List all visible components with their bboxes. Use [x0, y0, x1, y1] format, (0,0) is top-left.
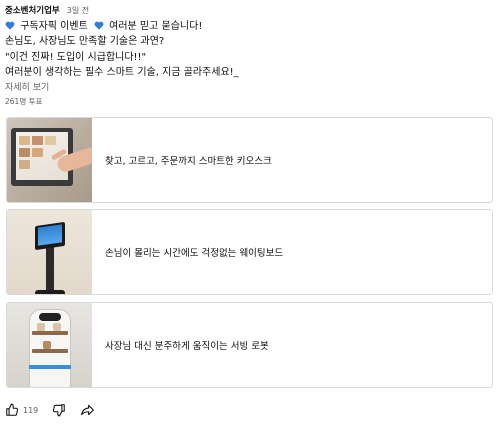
thumbs-up-icon[interactable]	[5, 403, 19, 417]
serving-robot-photo	[7, 303, 92, 387]
post-line-1a: 구독자픽 이벤트	[20, 21, 88, 32]
poll-option-label: 사장님 대신 분주하게 움직이는 서빙 로봇	[105, 341, 269, 352]
channel-name[interactable]: 중소벤처기업부	[5, 4, 60, 16]
kiosk-photo	[7, 118, 92, 202]
poll-option-label: 손님이 몰리는 시간에도 걱정없는 웨이팅보드	[105, 248, 284, 259]
post-header: 중소벤처기업부 3일 전	[5, 4, 89, 18]
poll-option-label: 찾고, 고르고, 주문까지 스마트한 키오스크	[105, 156, 272, 167]
post-line-1: 구독자픽 이벤트 여러분 믿고 묻습니다!	[5, 19, 485, 34]
poll-option-serving-robot[interactable]: 사장님 대신 분주하게 움직이는 서빙 로봇	[6, 302, 493, 388]
post-line-3: "이건 진짜! 도입이 시급합니다!!"	[5, 51, 147, 63]
like-count: 119	[23, 405, 39, 415]
action-bar: 119	[5, 402, 95, 418]
poll-option-waiting-board[interactable]: 손님이 몰리는 시간에도 걱정없는 웨이팅보드	[6, 209, 493, 295]
blue-heart-icon	[5, 21, 15, 30]
post-line-4: 여러분이 생각하는 필수 스마트 기술, 지금 골라주세요!_	[5, 67, 239, 79]
post-body: 구독자픽 이벤트 여러분 믿고 묻습니다! 손님도, 사장님도 만족할 기술은 …	[5, 19, 485, 81]
vote-count: 261명 투표	[5, 97, 43, 106]
waiting-board-photo	[7, 210, 92, 294]
read-more-link[interactable]: 자세히 보기	[5, 80, 49, 93]
blue-heart-icon	[94, 21, 104, 30]
post-time[interactable]: 3일 전	[67, 5, 89, 16]
post-line-2: 손님도, 사장님도 만족할 기술은 과연?	[5, 36, 165, 48]
thumbs-down-icon[interactable]	[52, 403, 66, 417]
share-icon[interactable]	[80, 403, 95, 417]
poll-option-kiosk[interactable]: 찾고, 고르고, 주문까지 스마트한 키오스크	[6, 117, 493, 203]
post-line-1b: 여러분 믿고 묻습니다!	[109, 21, 203, 32]
